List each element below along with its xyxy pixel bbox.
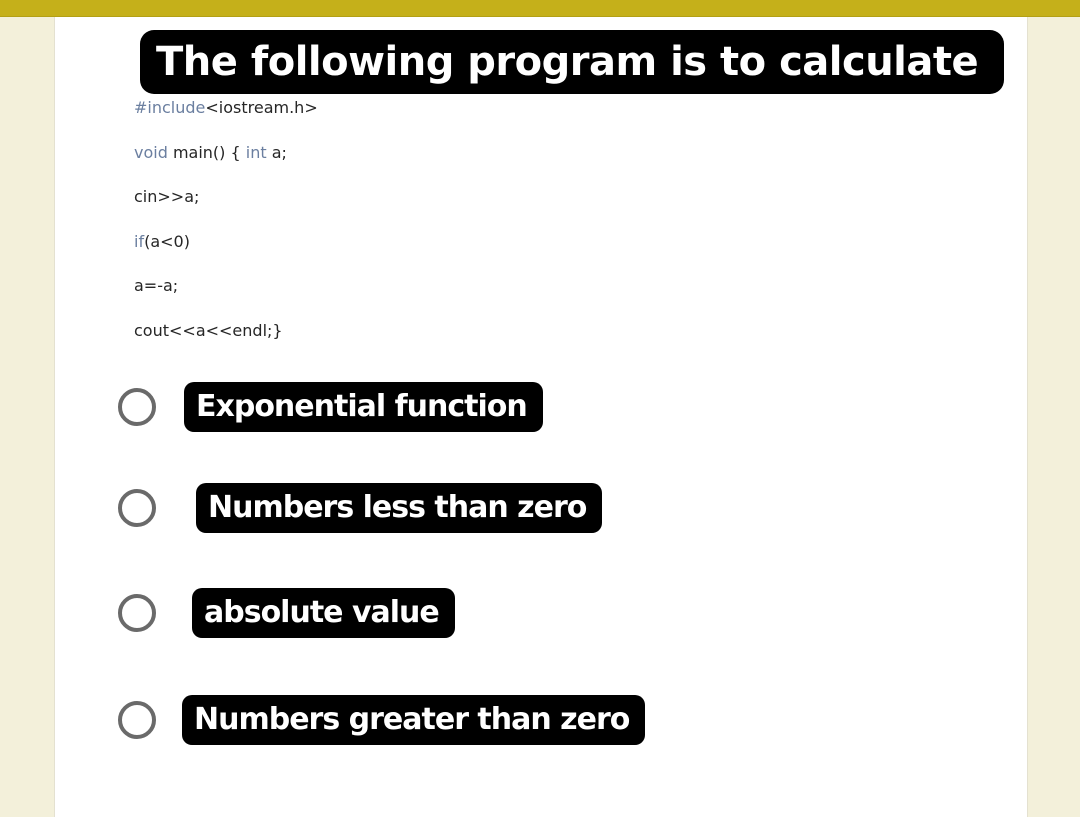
top-accent-bar [0, 0, 1080, 17]
code-line: void main() { int a; [134, 143, 318, 163]
code-line: cout<<a<<endl;} [134, 321, 318, 341]
code-keyword: if [134, 231, 145, 251]
code-text: a=-a; [134, 276, 179, 295]
option-label[interactable]: Numbers less than zero [196, 483, 603, 533]
option-absolute-value[interactable]: absolute value [118, 587, 455, 639]
radio-unchecked-icon[interactable] [118, 388, 156, 426]
option-label[interactable]: absolute value [192, 588, 455, 638]
option-numbers-greater-than-zero[interactable]: Numbers greater than zero [118, 694, 646, 746]
code-text: cin>>a; [134, 187, 200, 206]
code-text: cout<<a<<endl;} [134, 320, 283, 340]
code-line: #include<iostream.h> [134, 98, 318, 118]
option-label[interactable]: Numbers greater than zero [182, 695, 646, 745]
code-text: <iostream.h> [205, 98, 318, 117]
radio-unchecked-icon[interactable] [118, 701, 156, 739]
code-text: (a<0) [144, 231, 190, 251]
option-numbers-less-than-zero[interactable]: Numbers less than zero [118, 482, 603, 534]
code-keyword: #include [134, 98, 206, 117]
code-text: main() { [167, 142, 246, 162]
code-keyword: void [134, 142, 168, 162]
question-title: The following program is to calculate [140, 30, 1005, 94]
code-keyword: int [245, 142, 267, 162]
option-label[interactable]: Exponential function [184, 382, 543, 432]
code-snippet: #include<iostream.h> void main() { int a… [134, 98, 318, 365]
radio-unchecked-icon[interactable] [118, 489, 156, 527]
code-text: a; [266, 142, 287, 162]
code-line: cin>>a; [134, 187, 318, 207]
option-exponential-function[interactable]: Exponential function [118, 381, 543, 433]
radio-unchecked-icon[interactable] [118, 594, 156, 632]
code-line: if(a<0) [134, 232, 318, 252]
code-line: a=-a; [134, 276, 318, 296]
